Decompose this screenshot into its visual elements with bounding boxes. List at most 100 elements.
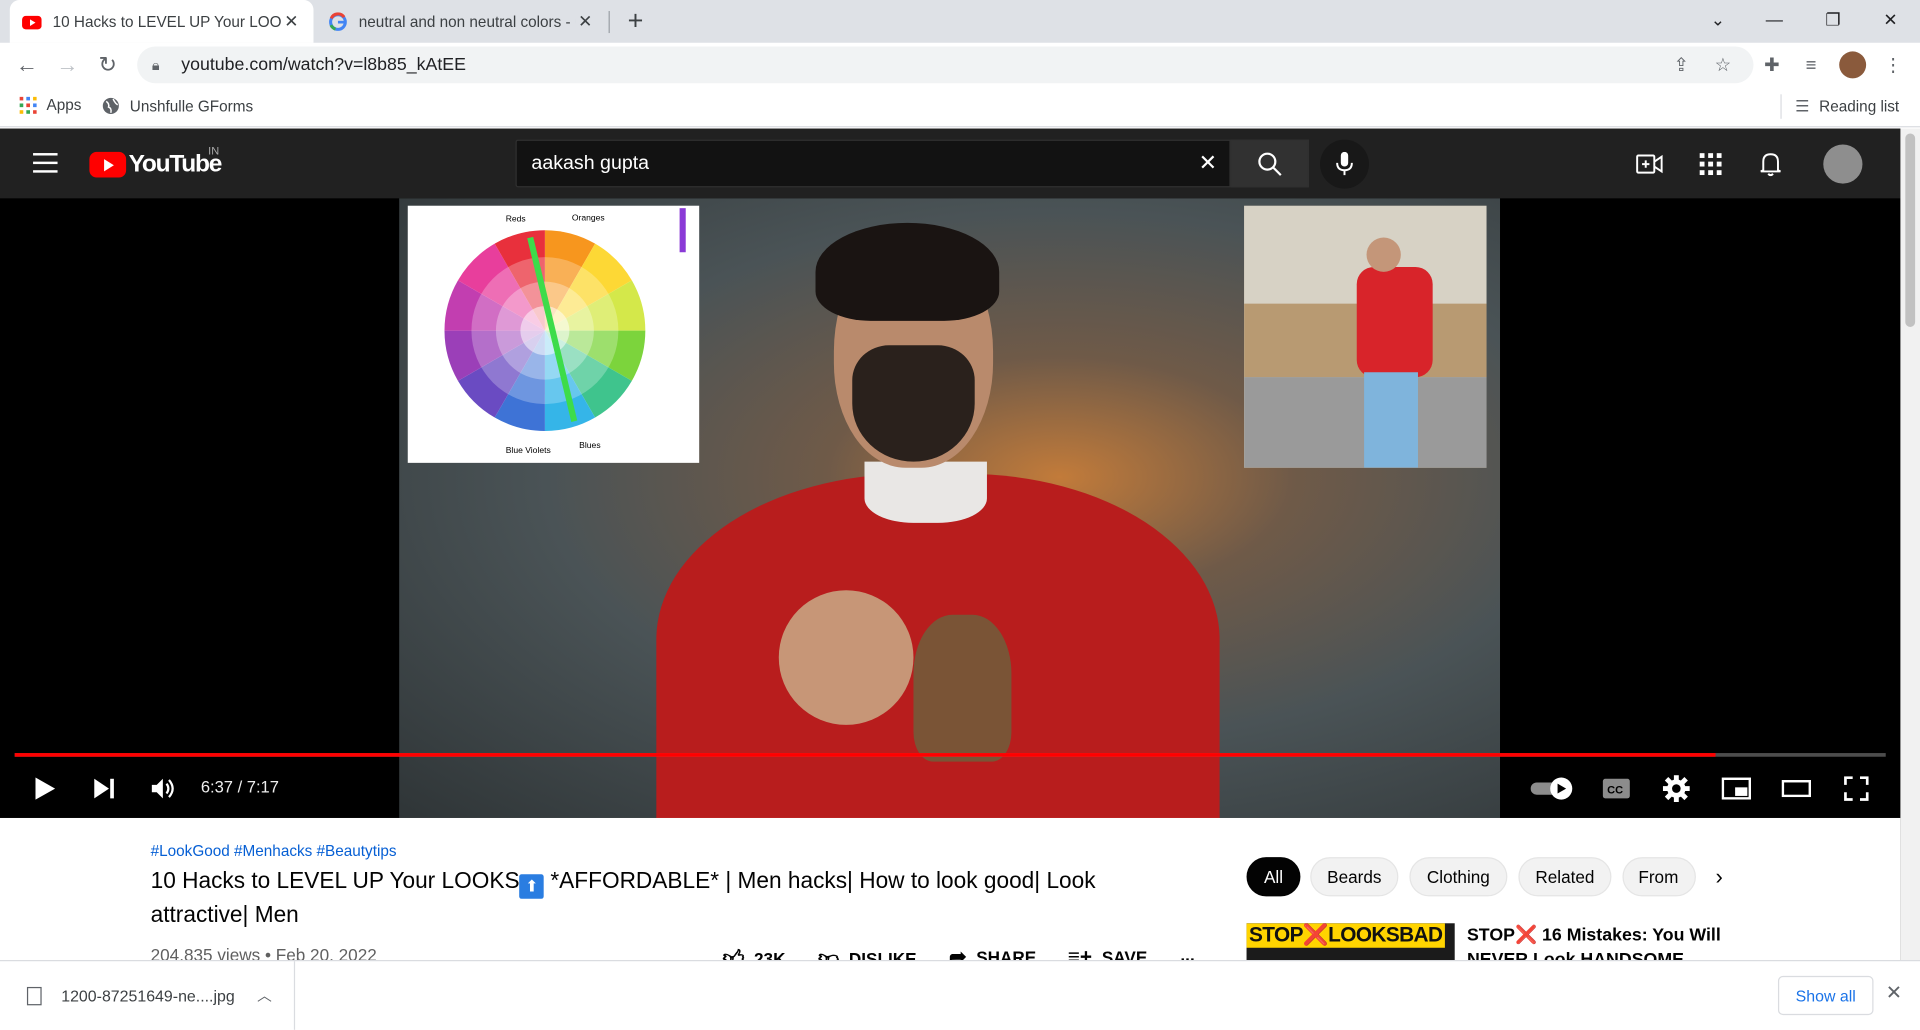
lock-icon: 🔒︎ (151, 55, 160, 73)
video-person-collar (864, 461, 987, 523)
video-frame[interactable]: Reds Oranges Blue Violets Blues (399, 198, 1501, 818)
video-person-hand (778, 590, 914, 725)
tab-google-search[interactable]: neutral and non neutral colors - Google … (316, 0, 607, 43)
bookmark-unshfulle-gforms[interactable]: Unshfulle GForms (102, 97, 254, 115)
page-scrollbar[interactable] (1900, 128, 1920, 962)
scrollbar-thumb[interactable] (1905, 133, 1916, 327)
chip-clothing[interactable]: Clothing (1409, 857, 1508, 897)
new-tab-button[interactable]: + (620, 5, 652, 37)
more-actions-label: ... (1180, 945, 1195, 962)
video-hashtags[interactable]: #LookGood #Menhacks #Beautytips (151, 842, 397, 859)
bookmark-label: Apps (46, 96, 82, 114)
chevron-up-icon[interactable]: ︿ (257, 984, 272, 1005)
video-title-part1: 10 Hacks to LEVEL UP Your LOOKS (150, 866, 520, 893)
tab-separator (608, 11, 610, 34)
video-person-hair (815, 222, 1000, 321)
minimize-button[interactable]: — (1746, 0, 1802, 39)
bookmark-star-icon[interactable]: ☆ (1709, 51, 1736, 78)
country-code: IN (208, 144, 220, 157)
recommendation-thumbnail[interactable]: STOP❌LOOKSBAD (1246, 923, 1455, 962)
address-bar[interactable]: 🔒︎ youtube.com/watch?v=l8b85_kAtEE (137, 46, 1754, 84)
volume-icon (151, 778, 174, 799)
mute-button[interactable] (147, 771, 181, 805)
tab-title: 10 Hacks to LEVEL UP Your LOOKS (52, 12, 282, 31)
skip-next-icon (94, 778, 114, 799)
voice-search-button[interactable] (1320, 139, 1369, 189)
profile-avatar[interactable] (1839, 51, 1867, 79)
show-all-button[interactable]: Show all (1777, 975, 1874, 1016)
theater-mode-button[interactable] (1779, 771, 1813, 805)
tab-youtube[interactable]: 10 Hacks to LEVEL UP Your LOOKS ✕ (9, 0, 314, 43)
share-button[interactable]: ➦ SHARE (949, 945, 1036, 961)
progress-bar[interactable] (14, 753, 1886, 757)
close-shelf-icon[interactable]: ✕ (1886, 981, 1902, 1005)
search-button[interactable] (1230, 139, 1309, 188)
autoplay-toggle[interactable] (1530, 771, 1575, 805)
account-avatar[interactable] (1823, 144, 1863, 184)
settings-gear-icon (1662, 775, 1690, 803)
inset-photo (1244, 205, 1487, 468)
reading-list-label: Reading list (1819, 97, 1900, 116)
close-tab-icon[interactable]: ✕ (576, 11, 596, 32)
chip-related[interactable]: Related (1518, 857, 1612, 897)
wheel-label-reds: Reds (506, 214, 526, 224)
wheel-label-blue-violets: Blue Violets (506, 445, 551, 455)
close-tab-icon[interactable]: ✕ (282, 11, 302, 32)
tab-search-icon[interactable]: ⌄ (1690, 0, 1746, 39)
download-file-name: 1200-87251649-ne....jpg (61, 986, 235, 1005)
share-icon[interactable]: ⇪ (1668, 51, 1695, 78)
fullscreen-icon (1844, 776, 1869, 801)
subtitles-button[interactable]: CC (1599, 771, 1633, 805)
close-window-button[interactable]: ✕ (1862, 0, 1918, 39)
thumbs-up-icon: 👍︎ (722, 946, 745, 962)
bookmark-apps[interactable]: Apps (19, 96, 82, 114)
recommendation-title[interactable]: STOP❌ 16 Mistakes: You Will NEVER Look H… (1467, 923, 1736, 962)
dislike-button[interactable]: 👎︎ DISLIKE (818, 945, 917, 962)
share-arrow-icon: ➦ (948, 945, 967, 962)
search-input[interactable]: aakash gupta ✕ (515, 139, 1231, 188)
google-icon (329, 11, 347, 31)
svg-text:CC: CC (1607, 784, 1623, 796)
progress-bar-played (14, 753, 1716, 757)
youtube-logo[interactable]: YouTube IN (89, 144, 222, 179)
reading-list-button[interactable]: ☰ Reading list (1795, 97, 1899, 117)
miniplayer-icon (1721, 777, 1752, 800)
save-button[interactable]: ≡+ SAVE (1068, 945, 1148, 961)
search-icon (1258, 151, 1282, 176)
video-title: 10 Hacks to LEVEL UP Your LOOKS ⬆ *AFFORD… (151, 864, 1192, 930)
more-actions-button[interactable]: ... (1180, 945, 1194, 961)
notifications-bell-icon[interactable] (1756, 149, 1785, 178)
back-button[interactable]: ← (10, 48, 44, 82)
chip-from[interactable]: From (1622, 857, 1696, 897)
restore-button[interactable]: ❐ (1805, 0, 1861, 39)
play-button[interactable] (29, 771, 61, 805)
chip-all[interactable]: All (1246, 857, 1301, 897)
wheel-label-oranges: Oranges (572, 212, 605, 222)
apps-icon[interactable] (1696, 149, 1725, 178)
fullscreen-button[interactable] (1839, 771, 1873, 805)
chip-beards[interactable]: Beards (1310, 857, 1399, 897)
watch-metadata: #LookGood #Menhacks #Beautytips 10 Hacks… (0, 817, 1901, 962)
miniplayer-button[interactable] (1719, 771, 1753, 805)
view-count-date: 204,835 views • Feb 20, 2022 (150, 945, 377, 962)
guide-menu-icon[interactable] (33, 153, 58, 179)
bookmark-label: Unshfulle GForms (129, 97, 254, 115)
extensions-icon[interactable]: ✚ (1758, 51, 1785, 78)
chevron-right-icon[interactable]: › (1705, 862, 1734, 891)
chrome-menu-icon[interactable]: ⋮ (1880, 51, 1907, 78)
download-shelf: 1200-87251649-ne....jpg ︿ Show all ✕ (0, 960, 1920, 1030)
video-player[interactable]: Reds Oranges Blue Violets Blues 6:37 / 7… (0, 198, 1901, 818)
wheel-color-strip (679, 208, 686, 253)
like-button[interactable]: 👍︎ 23K (722, 945, 785, 962)
reading-list-icon: ☰ (1795, 96, 1810, 116)
settings-button[interactable] (1659, 771, 1693, 805)
forward-button[interactable]: → (50, 48, 84, 82)
create-video-icon[interactable] (1635, 149, 1664, 178)
download-item[interactable]: 1200-87251649-ne....jpg ︿ (0, 961, 296, 1030)
reload-button[interactable]: ↻ (91, 48, 125, 82)
next-button[interactable] (88, 771, 120, 805)
clear-search-icon[interactable]: ✕ (1199, 151, 1217, 177)
media-control-icon[interactable]: ≡ (1798, 51, 1825, 78)
globe-icon (102, 97, 119, 114)
bookmarks-bar: Apps Unshfulle GForms ☰ Reading list (0, 86, 1920, 128)
